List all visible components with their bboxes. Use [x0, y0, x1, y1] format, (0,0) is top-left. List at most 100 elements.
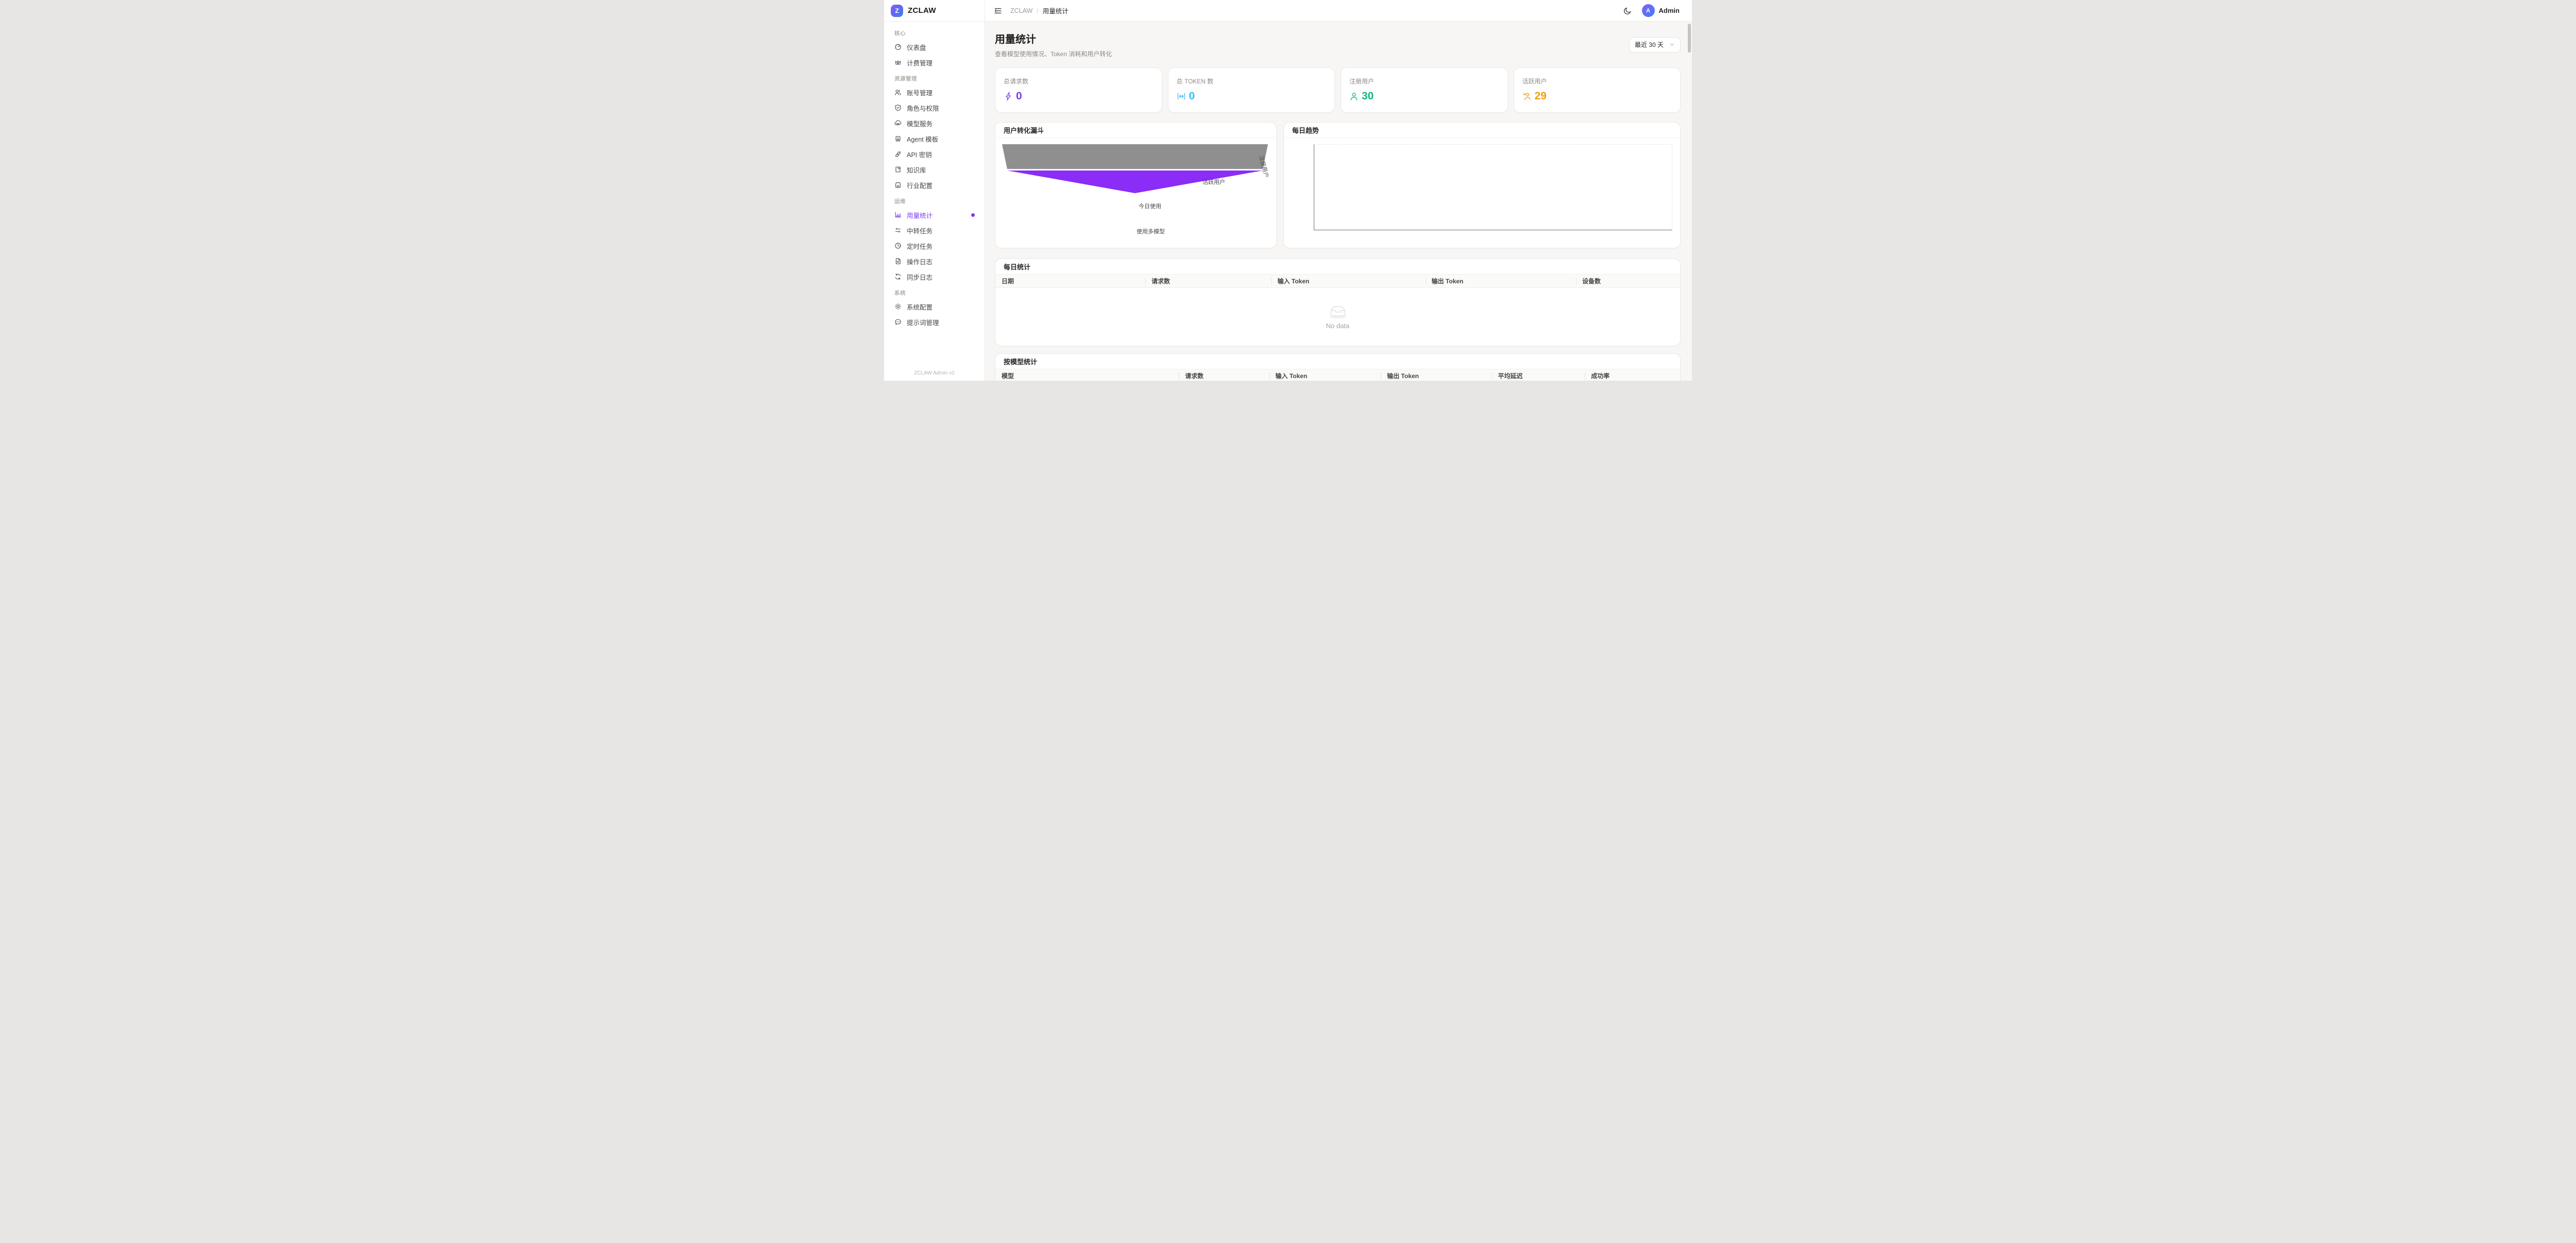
topbar: ZCLAW / 用量统计 A Admin — [985, 0, 1692, 22]
stat-card: 总请求数0 — [995, 67, 1162, 113]
column-header: 输出 Token — [1381, 369, 1492, 381]
sidebar-item-label: 提示词管理 — [907, 317, 939, 327]
avatar: A — [1642, 4, 1655, 17]
sidebar-item-gear[interactable]: 系统配置 — [889, 299, 979, 314]
shop-icon — [894, 181, 902, 189]
funnel-label-active: 活跃用户 — [1202, 178, 1225, 186]
sidebar-item-label: 角色与权限 — [907, 103, 939, 113]
column-header: 输入 Token — [1272, 275, 1426, 287]
funnel-label-multimodel: 使用多模型 — [1137, 227, 1165, 235]
model-table-header: 模型请求数输入 Token输出 Token平均延迟成功率 — [995, 369, 1680, 381]
sidebar-version: ZCLAW Admin v2 — [884, 370, 985, 376]
user-icon — [1349, 92, 1359, 101]
sidebar-item-file[interactable]: 操作日志 — [889, 253, 979, 269]
sidebar-item-shield[interactable]: 角色与权限 — [889, 100, 979, 115]
gauge-icon — [894, 43, 902, 50]
brand-logo: Z — [891, 5, 903, 17]
dark-mode-moon-icon[interactable] — [1623, 6, 1633, 15]
sidebar-item-chart[interactable]: 用量统计 — [889, 207, 979, 223]
stat-label: 总 TOKEN 数 — [1177, 77, 1327, 86]
funnel-card: 用户转化漏斗 注册用户 活跃用户 今日使用 使用多模型 — [995, 122, 1277, 248]
sidebar-item-label: 知识库 — [907, 165, 926, 175]
sidebar-item-cloud[interactable]: 模型服务 — [889, 115, 979, 131]
sidebar-item-swap[interactable]: 中转任务 — [889, 223, 979, 238]
sidebar-item-message[interactable]: 提示词管理 — [889, 314, 979, 330]
sidebar-item-label: 计费管理 — [907, 58, 933, 67]
page-subtitle: 查看模型使用情况、Token 消耗和用户转化 — [995, 49, 1112, 58]
column-header: 输出 Token — [1426, 275, 1576, 287]
stat-label: 注册用户 — [1349, 77, 1499, 86]
sidebar-item-robot[interactable]: Agent 模板 — [889, 131, 979, 146]
daily-card-title: 每日统计 — [995, 259, 1680, 275]
breadcrumb: ZCLAW / 用量统计 — [1010, 6, 1069, 15]
stat-value: 29 — [1535, 90, 1547, 103]
sidebar-item-label: 账号管理 — [907, 88, 933, 97]
crown-icon — [894, 59, 902, 66]
user-menu[interactable]: A Admin — [1642, 4, 1680, 17]
model-card-title: 按模型统计 — [995, 354, 1680, 369]
sidebar-item-label: 操作日志 — [907, 257, 933, 266]
api-icon — [894, 150, 902, 158]
column-header: 输入 Token — [1269, 369, 1381, 381]
stats-row: 总请求数0 总 TOKEN 数 0 注册用户 30 活跃用户29 — [995, 67, 1681, 113]
trend-card: 每日趋势 — [1283, 122, 1681, 248]
sidebar-item-api[interactable]: API 密钥 — [889, 146, 979, 162]
stat-card: 注册用户 30 — [1341, 67, 1508, 113]
stat-card: 活跃用户29 — [1514, 67, 1681, 113]
active-indicator-dot — [971, 213, 975, 217]
trend-chart — [1284, 138, 1680, 248]
breadcrumb-current: 用量统计 — [1043, 6, 1069, 15]
breadcrumb-root[interactable]: ZCLAW — [1010, 7, 1032, 14]
column-header: 设备数 — [1576, 275, 1680, 287]
clock-icon — [894, 242, 902, 249]
daily-table-empty-state: No data — [995, 288, 1680, 346]
sidebar-item-label: 仪表盘 — [907, 42, 926, 52]
brand: Z ZCLAW — [884, 0, 985, 22]
breadcrumb-separator: / — [1037, 7, 1038, 14]
stat-value: 30 — [1362, 90, 1374, 103]
trend-card-title: 每日趋势 — [1284, 123, 1680, 138]
sidebar-item-label: Agent 模板 — [907, 134, 938, 144]
chevron-down-icon — [1669, 42, 1675, 47]
main-content: 用量统计 查看模型使用情况、Token 消耗和用户转化 最近 30 天 总请求数… — [985, 22, 1692, 381]
sidebar-item-shop[interactable]: 行业配置 — [889, 177, 979, 193]
sidebar-item-label: 同步日志 — [907, 272, 933, 282]
sidebar-section-label: 核心 — [889, 25, 979, 39]
sidebar-item-label: 定时任务 — [907, 241, 933, 251]
funnel-card-title: 用户转化漏斗 — [995, 123, 1276, 138]
empty-text: No data — [1326, 322, 1350, 330]
token-icon — [1177, 92, 1186, 101]
robot-icon — [894, 135, 902, 142]
swap-icon — [894, 227, 902, 234]
app-window: Z ZCLAW 核心仪表盘计费管理资源管理账号管理角色与权限模型服务Agent … — [884, 0, 1692, 381]
sync-icon — [894, 273, 902, 280]
file-icon — [894, 258, 902, 265]
menu-fold-icon[interactable] — [994, 6, 1003, 15]
book-icon — [894, 166, 902, 173]
trend-plot-area — [1314, 144, 1672, 230]
sidebar-item-gauge[interactable]: 仪表盘 — [889, 39, 979, 55]
vertical-scrollbar-thumb[interactable] — [1688, 24, 1691, 53]
column-header: 请求数 — [1145, 275, 1272, 287]
funnel-label-today: 今日使用 — [1139, 202, 1161, 210]
sidebar-item-crown[interactable]: 计费管理 — [889, 55, 979, 70]
sidebar-section-label: 运维 — [889, 193, 979, 207]
sidebar-item-label: 模型服务 — [907, 118, 933, 128]
sidebar-item-users[interactable]: 账号管理 — [889, 84, 979, 100]
empty-inbox-icon — [1328, 305, 1348, 319]
users-icon — [894, 89, 902, 96]
shield-icon — [894, 104, 902, 111]
date-range-value: 最近 30 天 — [1635, 40, 1664, 49]
user-name: Admin — [1659, 7, 1680, 14]
funnel-segment-registered[interactable] — [1002, 144, 1268, 169]
sidebar-item-clock[interactable]: 定时任务 — [889, 238, 979, 253]
funnel-shapes — [995, 138, 1276, 248]
stat-value: 0 — [1016, 90, 1022, 103]
sidebar-item-sync[interactable]: 同步日志 — [889, 269, 979, 284]
sidebar-item-book[interactable]: 知识库 — [889, 162, 979, 177]
charts-row: 用户转化漏斗 注册用户 活跃用户 今日使用 使用多模型 每日趋势 — [995, 122, 1681, 248]
date-range-select[interactable]: 最近 30 天 — [1629, 37, 1681, 53]
funnel-chart: 注册用户 活跃用户 今日使用 使用多模型 — [995, 138, 1276, 248]
gear-icon — [894, 303, 902, 310]
sidebar-section-label: 系统 — [889, 284, 979, 299]
